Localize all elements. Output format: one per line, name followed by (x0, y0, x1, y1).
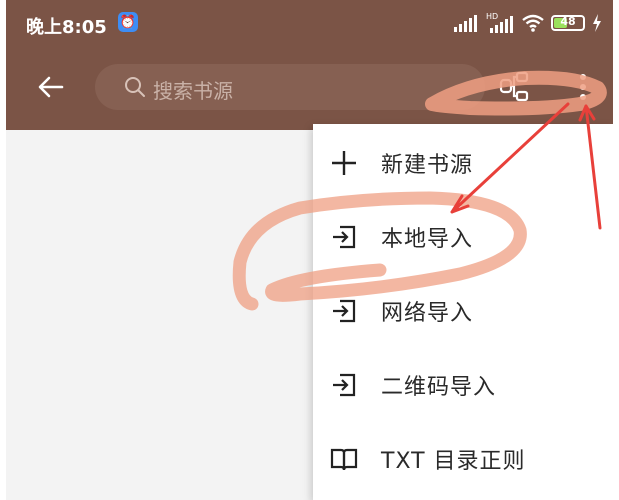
network-label: HD (486, 12, 498, 21)
back-arrow-icon[interactable] (34, 70, 68, 104)
search-input[interactable]: 搜索书源 (95, 64, 485, 110)
book-open-icon (330, 448, 358, 471)
menu-item-label: 新建书源 (381, 153, 474, 178)
import-icon (333, 373, 356, 397)
plus-icon (332, 151, 356, 175)
battery-indicator: 48 (551, 15, 585, 31)
battery-level: 48 (560, 15, 576, 28)
hd-signal-icon: HD (486, 12, 513, 33)
menu-item-txt-toc-regex[interactable]: TXT 目录正则 (313, 422, 613, 496)
status-indicators: HD 48 (453, 10, 603, 36)
search-placeholder: 搜索书源 (153, 79, 233, 103)
menu-item-label: TXT 目录正则 (381, 449, 526, 474)
menu-item-new-source[interactable]: 新建书源 (313, 126, 613, 200)
more-vertical-icon[interactable] (566, 70, 600, 104)
search-icon (125, 77, 145, 97)
menu-item-label: 网络导入 (381, 301, 474, 326)
menu-item-network-import[interactable]: 网络导入 (313, 274, 613, 348)
app-toolbar: 晚上8:05 ⏰ HD 48 搜索书源 (6, 0, 613, 130)
charging-icon (593, 14, 601, 32)
import-icon (333, 299, 356, 323)
overflow-menu: 新建书源 本地导入 网络导入 二维码导入 TXT 目录正则 (313, 124, 613, 500)
app-screen: 晚上8:05 ⏰ HD 48 搜索书源 新建书源 本地导入 网络导入 二维码导入… (6, 0, 613, 500)
menu-item-local-import[interactable]: 本地导入 (313, 200, 613, 274)
wifi-icon (522, 14, 544, 32)
menu-item-label: 二维码导入 (381, 375, 497, 400)
import-icon (333, 225, 356, 249)
menu-item-label: 本地导入 (381, 227, 474, 252)
alarm-app-icon: ⏰ (118, 12, 138, 32)
qr-scan-icon[interactable] (498, 70, 532, 104)
menu-item-qrcode-import[interactable]: 二维码导入 (313, 348, 613, 422)
signal-icon (454, 15, 477, 32)
status-time: 晚上8:05 (26, 17, 107, 38)
